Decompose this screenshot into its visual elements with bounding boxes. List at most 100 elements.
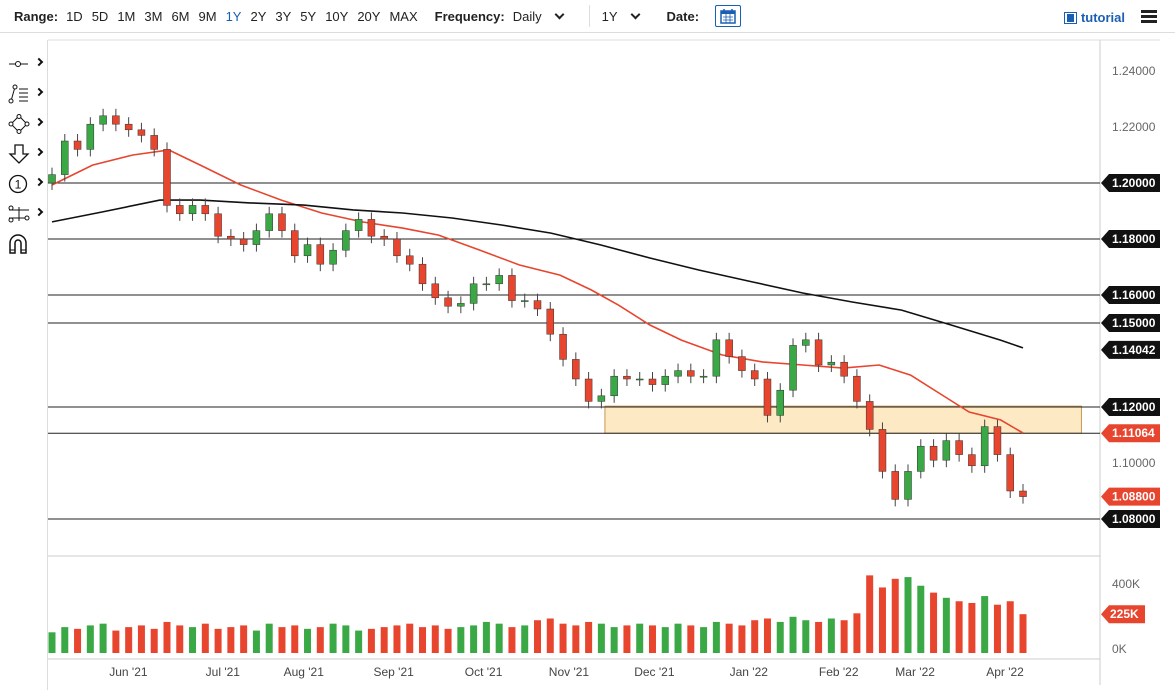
volume-bar [291,625,299,653]
frequency-select[interactable]: Daily [513,9,571,24]
candle [418,263,427,285]
price-badge [1101,510,1160,528]
candle [431,283,440,299]
volume-bar [751,620,759,653]
candle [99,115,107,125]
volume-bar [48,632,56,653]
candle [891,471,899,500]
line-tool-button[interactable] [8,52,46,76]
chevron-right-icon [34,117,44,127]
magnet-tool-button[interactable] [8,232,46,256]
range-3y[interactable]: 3Y [275,9,291,24]
price-chart[interactable]: 1.24000 1.22000 1.10000 1.20000 1.18000 1.160… [0,0,1175,699]
period-select[interactable]: 1Y [602,9,647,24]
candle [405,255,414,265]
arrow-tool-button[interactable] [8,142,46,166]
price-badge [1101,230,1160,248]
volume-bar [189,627,197,653]
volume-badge-label: 225K [1110,607,1139,621]
candle [661,375,670,385]
candle [584,378,593,402]
volume-bar [150,628,158,653]
range-max[interactable]: MAX [389,9,417,24]
candle [48,174,56,184]
volume-bar [610,627,618,653]
hamburger-menu-icon[interactable] [1141,10,1157,23]
range-1m[interactable]: 1M [117,9,135,24]
candle [495,275,503,285]
volume-bar [316,627,324,653]
range-3m[interactable]: 3M [144,9,162,24]
candle [929,445,938,461]
candle [827,361,836,366]
candle [73,140,82,150]
candle [635,378,644,381]
volume-bar [930,592,938,653]
candle [917,445,925,472]
measure-tool-button[interactable] [8,202,46,226]
volume-bar [74,628,82,653]
volume-tick-label: 400K [1112,577,1140,591]
candle [1006,454,1014,492]
candle [968,454,976,467]
volume-bar [61,627,69,653]
candle [572,359,580,380]
range-5y[interactable]: 5Y [300,9,316,24]
candle [559,333,567,360]
candle [533,300,542,310]
shape-icon [8,114,30,134]
candle [354,219,363,231]
candle [725,339,733,357]
candle [380,235,388,240]
range-1d[interactable]: 1D [66,9,83,24]
range-10y[interactable]: 10Y [325,9,348,24]
volume-bar [546,618,554,653]
range-20y[interactable]: 20Y [357,9,380,24]
price-badge-label: 1.08000 [1112,512,1156,526]
volume-bar [597,623,605,653]
x-tick-label: Sep '21 [373,665,414,679]
candle [329,249,337,265]
x-tick-label: Dec '21 [634,665,675,679]
candle [188,205,197,215]
volume-bar [789,616,797,653]
candle [252,230,261,245]
range-5d[interactable]: 5D [92,9,109,24]
shape-tool-button[interactable] [8,112,46,136]
candle [86,123,95,150]
price-badge-label: 1.11064 [1112,426,1155,440]
volume-bar [214,628,222,653]
range-9m[interactable]: 9M [199,9,217,24]
volume-bar [648,625,656,653]
price-badge-label: 1.08800 [1112,490,1156,504]
range-2y[interactable]: 2Y [250,9,266,24]
range-buttons: 1D 5D 1M 3M 6M 9M 1Y 2Y 3Y 5Y 10Y 20Y MAX [66,9,427,24]
measure-icon [8,205,30,223]
volume-bar [342,625,350,653]
divider [588,5,590,27]
volume-bar [457,627,465,653]
chevron-down-icon [630,9,640,19]
volume-bar [240,625,248,653]
volume-bar [738,625,746,653]
annotation-tool-button[interactable]: 1 [8,172,46,196]
volume-tick-label: 0K [1112,642,1127,656]
volume-bar [700,627,708,653]
volume-bar [585,621,593,653]
price-badge-label: 1.14042 [1112,343,1156,357]
calendar-button[interactable] [715,5,742,27]
x-tick-label: Oct '21 [465,665,503,679]
price-badge [1101,286,1160,304]
candle [239,238,248,245]
candle [112,115,120,125]
chevron-right-icon [34,207,44,217]
range-6m[interactable]: 6M [171,9,189,24]
tutorial-link[interactable]: tutorial [1063,10,1125,25]
volume-bar [534,620,541,653]
candle [124,123,133,131]
fibonacci-tool-button[interactable] [8,82,46,106]
volume-bar [112,630,120,653]
range-1y[interactable]: 1Y [226,9,242,24]
candle [457,303,465,307]
x-tick-label: Jan '22 [730,665,769,679]
